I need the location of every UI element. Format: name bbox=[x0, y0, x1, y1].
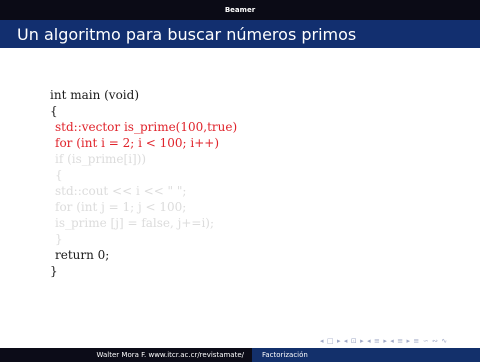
navigation-symbols[interactable]: ◂ □ ▸ ◂ ⊡ ▸ ◂ ≡ ▸ ◂ ≡ ▸ ≡ ∽ ∾ ∿ bbox=[320, 337, 448, 345]
footer-author: Walter Mora F. www.itcr.ac.cr/revistamat… bbox=[96, 351, 244, 359]
frame-title: Un algoritmo para buscar números primos bbox=[17, 25, 357, 44]
code-line: is_prime [j] = false, j+=i); bbox=[55, 216, 215, 230]
code-line: int main (void) bbox=[50, 88, 140, 102]
code-line: } bbox=[50, 264, 58, 278]
top-header-bar: Beamer bbox=[0, 0, 480, 20]
code-line: } bbox=[55, 232, 63, 246]
footer-author-panel: Walter Mora F. www.itcr.ac.cr/revistamat… bbox=[0, 348, 252, 362]
code-line: return 0; bbox=[55, 248, 110, 262]
code-line: std::vector is_prime(100,true) bbox=[55, 120, 238, 134]
code-line: std::cout << i << " "; bbox=[55, 184, 187, 198]
code-line: { bbox=[50, 104, 58, 118]
footer-section: Factorización bbox=[262, 351, 308, 359]
code-line: for (int i = 2; i < 100; i++) bbox=[55, 136, 220, 150]
code-line: { bbox=[55, 168, 63, 182]
frame-title-bar: Un algoritmo para buscar números primos bbox=[0, 20, 480, 48]
header-title: Beamer bbox=[224, 6, 256, 14]
code-line: if (is_prime[i])) bbox=[55, 152, 147, 166]
code-line: for (int j = 1; j < 100; bbox=[55, 200, 187, 214]
footer-section-panel: Factorización bbox=[252, 348, 480, 362]
